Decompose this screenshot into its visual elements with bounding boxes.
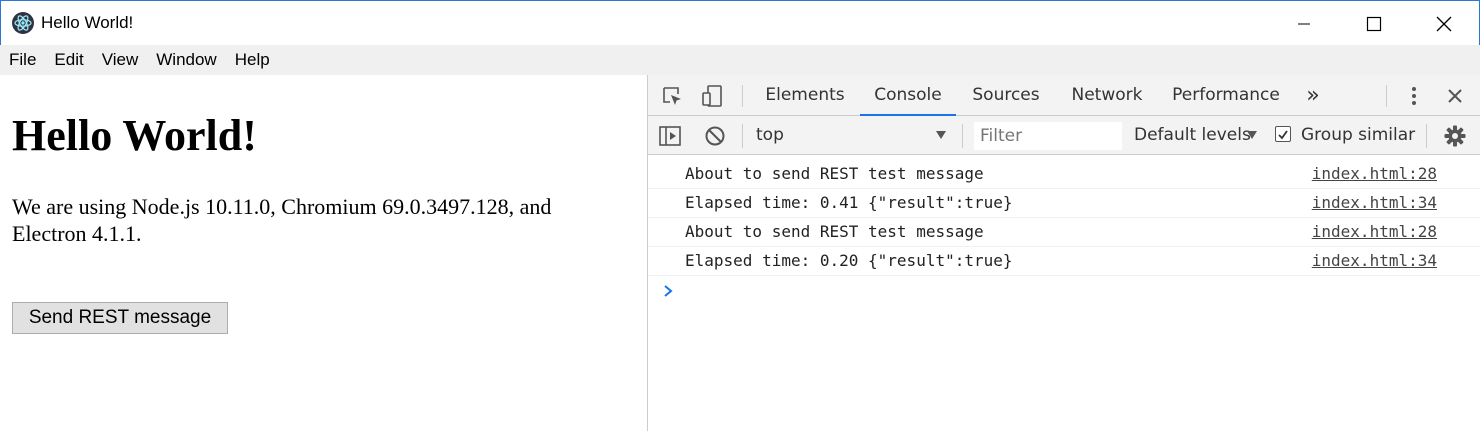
- context-dropdown-arrow-icon[interactable]: [935, 129, 947, 141]
- send-rest-button[interactable]: Send REST message: [12, 302, 228, 334]
- tab-network[interactable]: Network: [1058, 75, 1156, 116]
- close-icon: [1436, 16, 1452, 31]
- menu-view[interactable]: View: [93, 45, 148, 75]
- menu-bar: File Edit View Window Help: [0, 45, 1480, 75]
- log-levels-dropdown[interactable]: Default levels: [1134, 125, 1251, 145]
- console-source-link[interactable]: index.html:34: [1312, 193, 1437, 212]
- tab-elements[interactable]: Elements: [756, 75, 854, 116]
- console-settings-gear-icon[interactable]: [1442, 123, 1468, 149]
- electron-app-icon: [11, 11, 35, 35]
- console-source-link[interactable]: index.html:34: [1312, 251, 1437, 270]
- device-toolbar-icon[interactable]: [700, 83, 724, 109]
- group-similar-checkbox[interactable]: [1275, 126, 1291, 142]
- menu-window[interactable]: Window: [147, 45, 225, 75]
- console-messages: About to send REST test message index.ht…: [648, 160, 1480, 276]
- close-devtools-icon[interactable]: [1444, 85, 1466, 107]
- minimize-icon: [1298, 23, 1310, 24]
- context-selector[interactable]: top: [756, 125, 784, 145]
- menu-edit[interactable]: Edit: [45, 45, 92, 75]
- console-source-link[interactable]: index.html:28: [1312, 164, 1437, 183]
- checkmark-icon: [1278, 130, 1288, 140]
- console-message-text: Elapsed time: 0.20 {"result":true}: [685, 251, 1013, 270]
- menu-file[interactable]: File: [0, 45, 45, 75]
- tab-console[interactable]: Console: [860, 75, 956, 116]
- page-content: Hello World! We are using Node.js 10.11.…: [0, 75, 647, 431]
- show-sidebar-icon[interactable]: [658, 124, 682, 148]
- console-message: Elapsed time: 0.20 {"result":true} index…: [648, 247, 1480, 276]
- levels-dropdown-arrow-icon[interactable]: [1246, 129, 1258, 141]
- page-heading: Hello World!: [12, 111, 257, 160]
- console-source-link[interactable]: index.html:28: [1312, 222, 1437, 241]
- console-message-text: About to send REST test message: [685, 164, 984, 183]
- window-title: Hello World!: [41, 13, 134, 32]
- menu-help[interactable]: Help: [226, 45, 279, 75]
- more-tabs-button[interactable]: »: [1298, 75, 1328, 116]
- console-message-text: About to send REST test message: [685, 222, 984, 241]
- inspect-element-icon[interactable]: [660, 84, 684, 108]
- kebab-menu-icon[interactable]: [1404, 84, 1424, 108]
- console-message: About to send REST test message index.ht…: [648, 160, 1480, 189]
- console-message-text: Elapsed time: 0.41 {"result":true}: [685, 193, 1013, 212]
- devtools-tab-bar: Elements Console Sources Network Perform…: [648, 75, 1480, 116]
- maximize-icon: [1366, 16, 1382, 31]
- minimize-button[interactable]: [1269, 1, 1339, 46]
- close-button[interactable]: [1409, 1, 1479, 46]
- console-prompt-chevron-icon[interactable]: [662, 283, 676, 297]
- tab-sources[interactable]: Sources: [960, 75, 1052, 116]
- title-bar: Hello World!: [0, 0, 1480, 45]
- console-filter-input[interactable]: [974, 122, 1122, 150]
- group-similar-label: Group similar: [1301, 125, 1416, 145]
- console-message: About to send REST test message index.ht…: [648, 218, 1480, 247]
- version-text: We are using Node.js 10.11.0, Chromium 6…: [12, 194, 552, 246]
- maximize-button[interactable]: [1339, 1, 1409, 46]
- console-message: Elapsed time: 0.41 {"result":true} index…: [648, 189, 1480, 218]
- tab-performance[interactable]: Performance: [1166, 75, 1286, 116]
- devtools-panel: Elements Console Sources Network Perform…: [647, 75, 1480, 431]
- clear-console-icon[interactable]: [703, 124, 727, 148]
